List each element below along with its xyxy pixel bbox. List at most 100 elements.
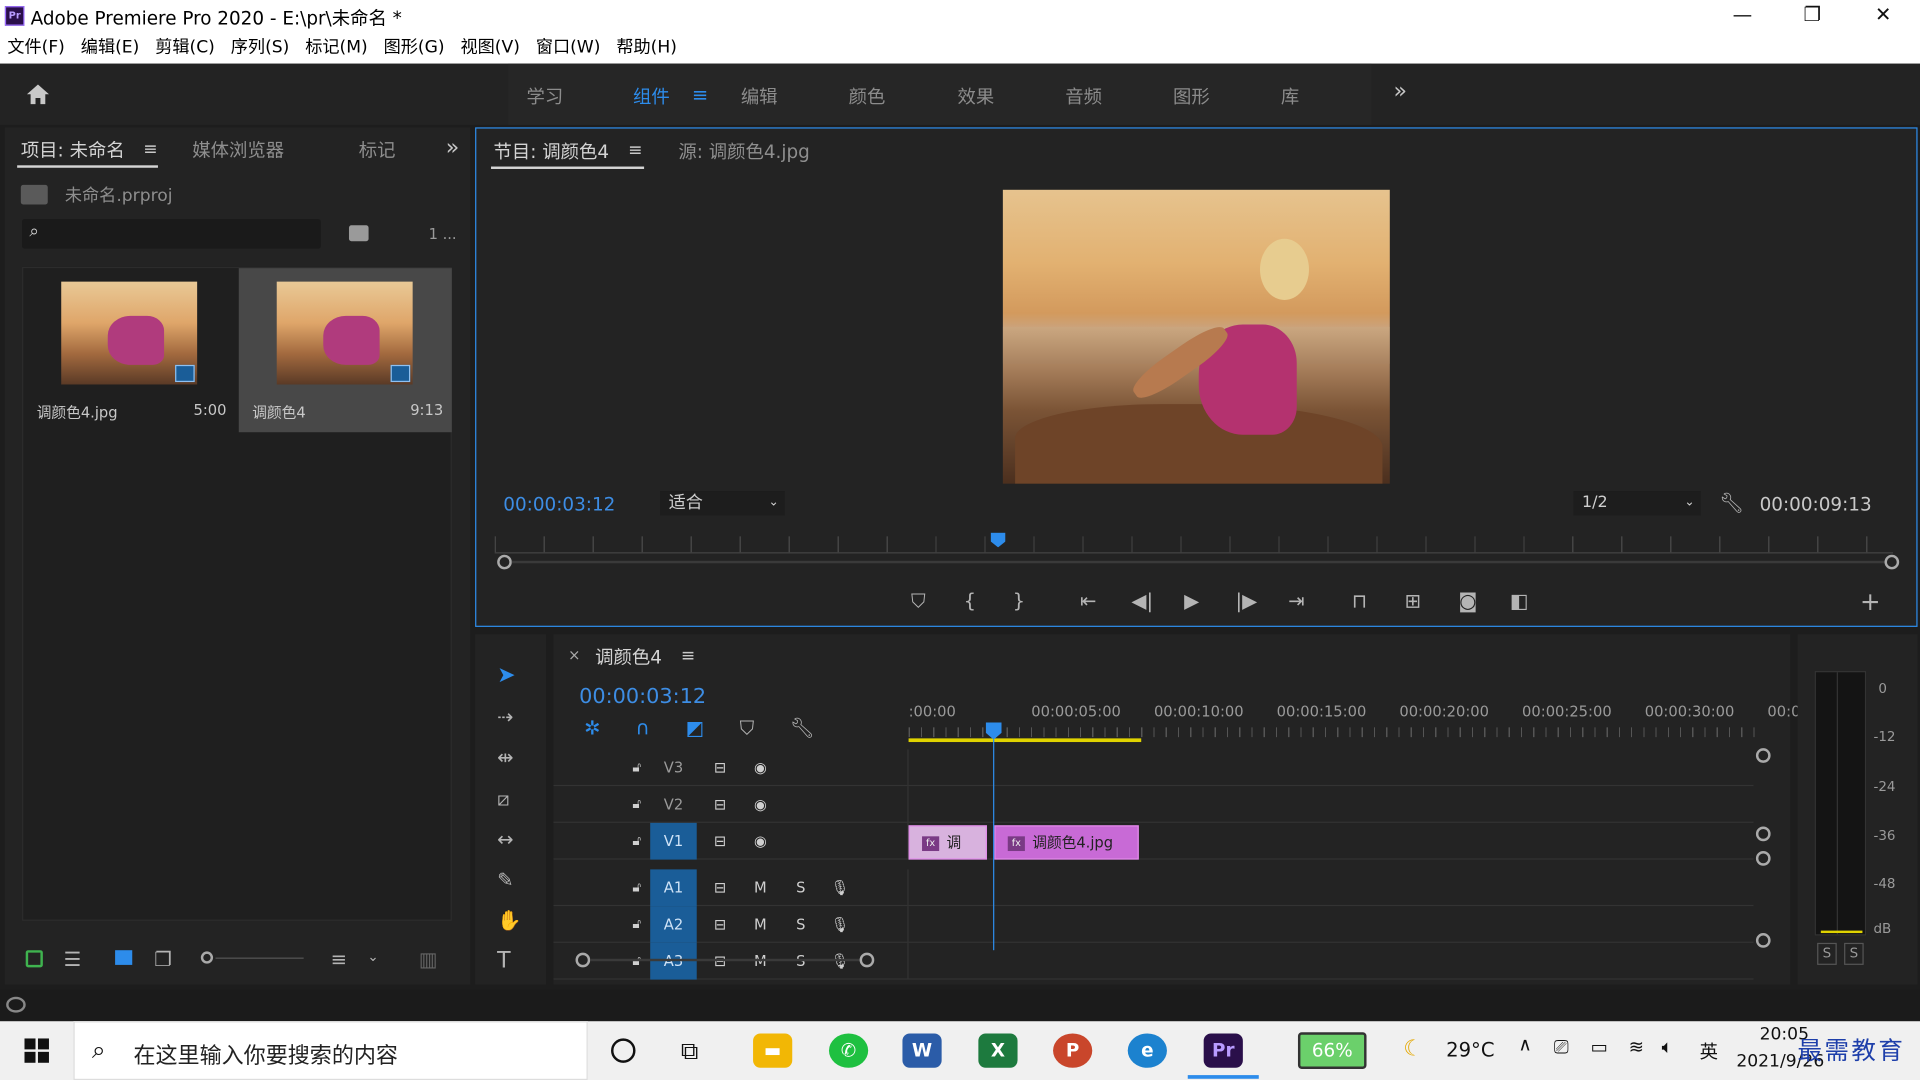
battery-indicator[interactable]: 66% (1297, 1032, 1367, 1069)
type-tool-icon[interactable]: T (497, 948, 510, 973)
sort-icon[interactable]: ≡ (331, 948, 347, 972)
timeline-timecode[interactable]: 00:00:03:12 (579, 684, 706, 708)
weather-temperature[interactable]: 29°C (1446, 1038, 1494, 1061)
sync-lock-icon[interactable]: ⊟ (705, 753, 734, 782)
snap-magnet-icon[interactable]: ∩ (636, 716, 650, 740)
track-target-button[interactable]: V2 (650, 786, 697, 823)
menu-file[interactable]: 文件(F) (7, 34, 65, 58)
v-scroll-handle[interactable] (1755, 826, 1771, 842)
v-scroll-handle[interactable] (1755, 933, 1771, 948)
powerpoint-icon[interactable]: P (1053, 1033, 1093, 1068)
toggle-output-eye-icon[interactable]: ◉ (746, 753, 775, 782)
project-search-input[interactable]: ⌕ (22, 219, 321, 249)
toggle-output-eye-icon[interactable]: ◉ (746, 827, 775, 856)
track-target-button[interactable]: A1 (650, 869, 697, 907)
track-lock-icon[interactable]: 🔓︎ (622, 790, 651, 819)
moon-weather-icon[interactable]: ☾ (1403, 1036, 1423, 1062)
menu-sequence[interactable]: 序列(S) (231, 34, 290, 58)
resolution-dropdown[interactable]: 1/2 ⌄ (1573, 491, 1701, 516)
solo-left-button[interactable]: S (1817, 942, 1837, 965)
track-select-tool-icon[interactable]: ⇢ (497, 705, 513, 729)
linked-selection-icon[interactable]: ◩ (686, 716, 705, 740)
task-view-icon[interactable]: ⧉ (681, 1036, 698, 1065)
sequence-menu-icon[interactable]: ≡ (681, 647, 695, 667)
workspace-editing[interactable]: 编辑 (741, 83, 778, 109)
add-marker-icon[interactable]: ⛉ (911, 589, 926, 613)
volume-icon[interactable]: 🔈︎ (1662, 1036, 1673, 1058)
play-icon[interactable]: ▶ (1184, 589, 1199, 613)
new-bin-icon[interactable] (348, 225, 369, 242)
h-scroll-start-handle[interactable] (575, 952, 591, 968)
file-explorer-icon[interactable]: ▬ (753, 1033, 793, 1068)
go-to-out-icon[interactable]: ⇥ (1288, 589, 1304, 613)
close-button[interactable]: ✕ (1859, 2, 1908, 31)
zoom-bar[interactable] (511, 560, 1885, 564)
track-target-button[interactable]: V3 (650, 749, 697, 786)
mute-track-button[interactable]: M (746, 873, 775, 902)
comparison-view-icon[interactable]: ◧ (1510, 589, 1529, 613)
project-item[interactable]: 调颜色4.jpg 5:00 (23, 268, 237, 432)
workspace-menu-icon[interactable]: ≡ (692, 83, 708, 106)
extract-icon[interactable]: ⊞ (1404, 589, 1420, 613)
wechat-icon[interactable]: ✆ (828, 1033, 869, 1068)
h-scroll-end-handle[interactable] (859, 952, 875, 968)
zoom-bar-start-handle[interactable] (497, 554, 512, 570)
tab-sequence[interactable]: 调颜色4 (595, 644, 662, 670)
program-playhead-timecode[interactable]: 00:00:03:12 (503, 493, 615, 515)
pen-tool-icon[interactable]: ✎ (497, 868, 513, 892)
folder-up-icon[interactable] (20, 184, 48, 205)
menu-clip[interactable]: 剪辑(C) (155, 34, 215, 58)
menu-graphics[interactable]: 图形(G) (384, 34, 445, 58)
tab-program[interactable]: 节目: 调颜色4 (493, 138, 609, 164)
menu-help[interactable]: 帮助(H) (616, 34, 677, 58)
hand-tool-icon[interactable]: ✋ (497, 909, 521, 933)
icon-view-icon[interactable] (115, 950, 133, 965)
timeline-playhead-line[interactable] (993, 739, 995, 951)
zoom-bar-end-handle[interactable] (1884, 554, 1900, 570)
voice-over-record-icon[interactable]: 🎙︎ (825, 873, 854, 902)
track-lock-icon[interactable]: 🔓︎ (622, 873, 651, 902)
taskbar-search-box[interactable]: ⌕ 在这里输入你要搜索的内容 (73, 1021, 588, 1080)
automate-icon[interactable]: ▥ (419, 948, 438, 972)
go-to-in-icon[interactable]: ⇤ (1080, 589, 1096, 613)
toggle-output-eye-icon[interactable]: ◉ (746, 790, 775, 819)
timeline-settings-wrench-icon[interactable]: 🔧︎ (790, 716, 815, 740)
show-hidden-icons-icon[interactable]: ∧ (1518, 1033, 1531, 1055)
menu-edit[interactable]: 编辑(E) (81, 34, 140, 58)
sync-lock-icon[interactable]: ⊟ (705, 827, 734, 856)
add-marker-icon[interactable]: ⛉ (740, 716, 755, 740)
nest-toggle-icon[interactable]: ✲ (584, 716, 600, 740)
track-lock-icon[interactable]: 🔓︎ (622, 753, 651, 782)
premiere-taskbar-icon[interactable]: Pr (1203, 1033, 1243, 1068)
list-view-icon[interactable]: ☰ (64, 948, 82, 972)
menu-marker[interactable]: 标记(M) (305, 34, 367, 58)
step-forward-icon[interactable]: |▶ (1236, 589, 1258, 613)
voice-over-record-icon[interactable]: 🎙︎ (825, 910, 854, 939)
excel-icon[interactable]: X (978, 1033, 1018, 1068)
step-back-icon[interactable]: ◀| (1131, 589, 1153, 613)
button-editor-plus-icon[interactable]: + (1860, 589, 1881, 613)
menu-view[interactable]: 视图(V) (461, 34, 520, 58)
workspace-assembly[interactable]: 组件 (633, 83, 670, 109)
close-sequence-icon[interactable]: × (568, 647, 580, 664)
ripple-edit-tool-icon[interactable]: ⇹ (497, 746, 513, 770)
project-item-selected[interactable]: 调颜色4 9:13 (238, 268, 452, 433)
workspace-audio[interactable]: 音频 (1065, 83, 1102, 109)
cortana-icon[interactable] (611, 1038, 636, 1063)
tab-project[interactable]: 项目: 未命名 (21, 137, 125, 163)
solo-right-button[interactable]: S (1844, 942, 1864, 965)
wrench-settings-icon[interactable]: 🔧︎ (1719, 491, 1744, 515)
v-scroll-handle[interactable] (1755, 748, 1771, 763)
tab-source[interactable]: 源: 调颜色4.jpg (678, 138, 809, 164)
edge-browser-icon[interactable]: e (1127, 1033, 1167, 1068)
sync-lock-icon[interactable]: ⊟ (705, 910, 734, 939)
project-menu-icon[interactable]: ≡ (143, 140, 157, 160)
mute-track-button[interactable]: M (746, 910, 775, 939)
solo-track-button[interactable]: S (786, 873, 815, 902)
timeline-ruler[interactable]: :00:00 00:00:05:00 00:00:10:00 00:00:15:00 0… (908, 696, 1806, 745)
zoom-slider-handle[interactable] (200, 951, 214, 964)
workspace-learn[interactable]: 学习 (527, 83, 564, 109)
track-target-button[interactable]: A2 (650, 906, 697, 943)
cloud-sync-icon[interactable] (6, 996, 26, 1013)
razor-tool-icon[interactable]: ⧄ (497, 787, 509, 811)
